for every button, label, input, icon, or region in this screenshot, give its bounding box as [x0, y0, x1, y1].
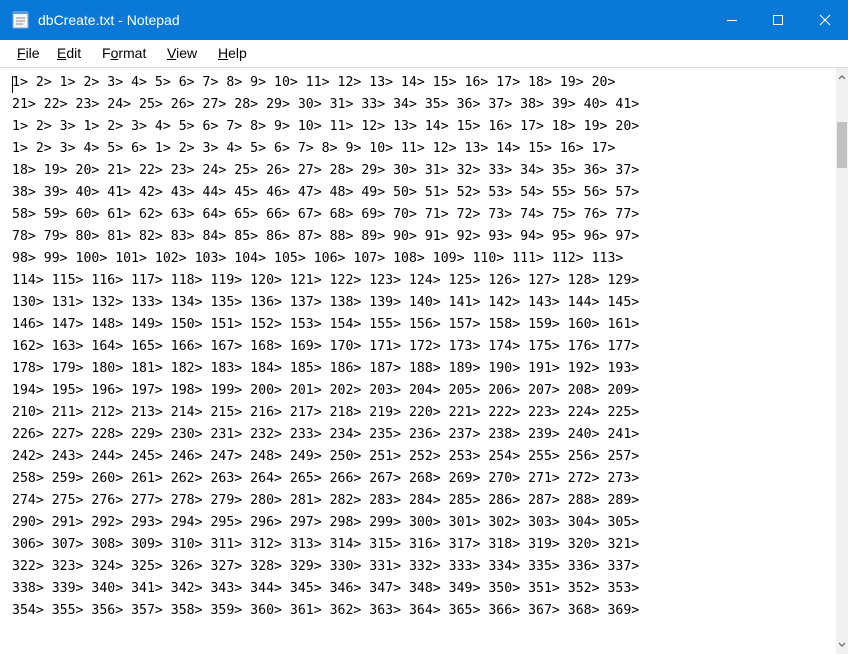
text-line: 322> 323> 324> 325> 326> 327> 328> 329> … [12, 559, 640, 574]
vertical-scrollbar[interactable] [836, 68, 848, 654]
text-line: 290> 291> 292> 293> 294> 295> 296> 297> … [12, 515, 640, 530]
text-line: 338> 339> 340> 341> 342> 343> 344> 345> … [12, 581, 640, 596]
text-line: 274> 275> 276> 277> 278> 279> 280> 281> … [12, 493, 640, 508]
text-line: 38> 39> 40> 41> 42> 43> 44> 45> 46> 47> … [12, 185, 640, 200]
title-bar[interactable]: dbCreate.txt - Notepad [0, 0, 848, 40]
text-line: 178> 179> 180> 181> 182> 183> 184> 185> … [12, 361, 640, 376]
text-line: 242> 243> 244> 245> 246> 247> 248> 249> … [12, 449, 640, 464]
text-line: 210> 211> 212> 213> 214> 215> 216> 217> … [12, 405, 640, 420]
text-line: 354> 355> 356> 357> 358> 359> 360> 361> … [12, 603, 640, 618]
maximize-button[interactable] [755, 0, 801, 40]
text-line: 258> 259> 260> 261> 262> 263> 264> 265> … [12, 471, 640, 486]
text-line: 78> 79> 80> 81> 82> 83> 84> 85> 86> 87> … [12, 229, 640, 244]
text-line: 130> 131> 132> 133> 134> 135> 136> 137> … [12, 295, 640, 310]
text-line: 226> 227> 228> 229> 230> 231> 232> 233> … [12, 427, 640, 442]
text-line: 21> 22> 23> 24> 25> 26> 27> 28> 29> 30> … [12, 97, 640, 112]
text-line: 306> 307> 308> 309> 310> 311> 312> 313> … [12, 537, 640, 552]
menu-format[interactable]: Format [102, 45, 146, 61]
text-line: 114> 115> 116> 117> 118> 119> 120> 121> … [12, 273, 640, 288]
scroll-up-arrow-icon[interactable] [836, 70, 848, 84]
text-line: 146> 147> 148> 149> 150> 151> 152> 153> … [12, 317, 640, 332]
menu-help[interactable]: Help [218, 45, 247, 61]
text-line: 1> 2> 3> 1> 2> 3> 4> 5> 6> 7> 8> 9> 10> … [12, 119, 640, 134]
minimize-button[interactable] [709, 0, 755, 40]
window-title: dbCreate.txt - Notepad [38, 12, 180, 28]
text-line: 194> 195> 196> 197> 198> 199> 200> 201> … [12, 383, 640, 398]
menu-file[interactable]: File [17, 45, 40, 61]
notepad-icon [12, 10, 29, 29]
close-icon [819, 14, 831, 26]
text-line: 58> 59> 60> 61> 62> 63> 64> 65> 66> 67> … [12, 207, 640, 222]
scroll-down-arrow-icon[interactable] [836, 638, 848, 652]
scroll-thumb[interactable] [837, 122, 847, 168]
text-line: 1> 2> 3> 4> 5> 6> 1> 2> 3> 4> 5> 6> 7> 8… [12, 141, 616, 156]
maximize-icon [772, 14, 784, 26]
text-line: 98> 99> 100> 101> 102> 103> 104> 105> 10… [12, 251, 624, 266]
menu-view[interactable]: View [167, 45, 197, 61]
text-line: 18> 19> 20> 21> 22> 23> 24> 25> 26> 27> … [12, 163, 640, 178]
text-caret [12, 76, 13, 93]
menu-edit[interactable]: Edit [57, 45, 81, 61]
text-line: 1> 2> 1> 2> 3> 4> 5> 6> 7> 8> 9> 10> 11>… [12, 75, 616, 90]
text-line: 162> 163> 164> 165> 166> 167> 168> 169> … [12, 339, 640, 354]
close-button[interactable] [802, 0, 848, 40]
menu-bar: File Edit Format View Help [0, 40, 848, 68]
minimize-icon [726, 14, 738, 26]
